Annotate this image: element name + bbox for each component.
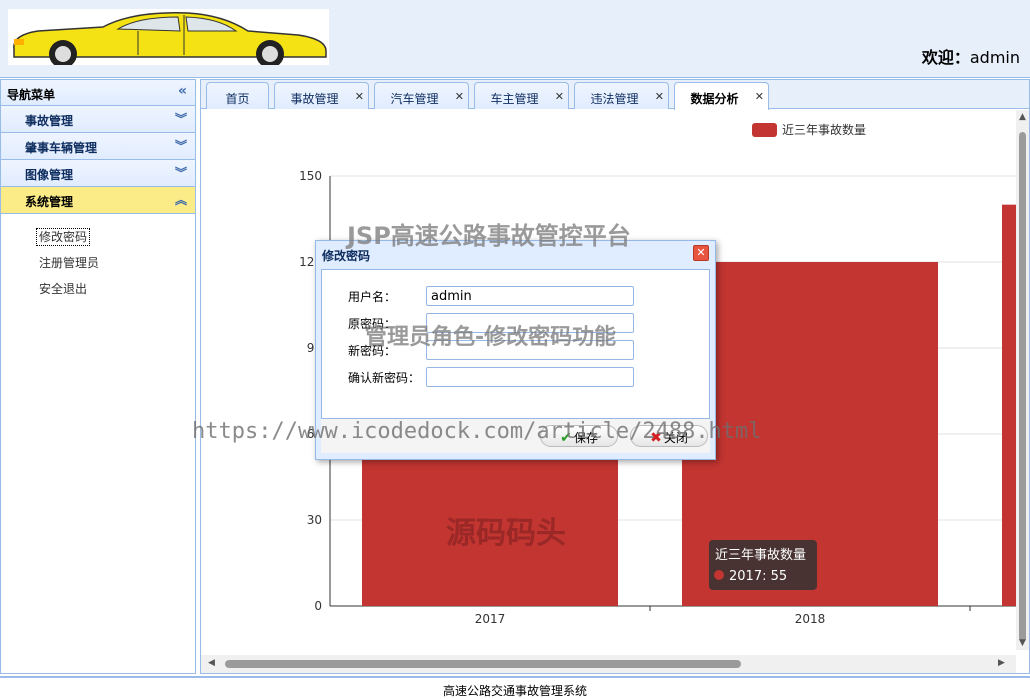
confirm-password-label: 确认新密码：	[348, 371, 421, 385]
sub-item-label[interactable]: 修改密码	[35, 228, 91, 246]
x-tick-label: 2017	[475, 612, 506, 626]
horizontal-scrollbar[interactable]: ◀ ▶	[201, 655, 1016, 673]
tab-label: 首页	[225, 92, 250, 106]
y-tick-label: 150	[299, 169, 322, 183]
scroll-right-arrow-icon[interactable]: ▶	[998, 658, 1005, 668]
tab-label: 车主管理	[490, 92, 539, 106]
tab-label: 违法管理	[590, 92, 639, 106]
sub-item-label[interactable]: 注册管理员	[37, 255, 101, 271]
tab-label: 事故管理	[290, 92, 339, 106]
welcome-label: 欢迎：	[921, 48, 970, 67]
sidebar-section-image[interactable]: 图像管理 ︾	[1, 160, 195, 187]
y-tick-label: 30	[307, 513, 322, 527]
dialog-title-label: 修改密码	[322, 249, 371, 263]
chart-bar	[362, 448, 618, 606]
app-header: 欢迎：admin	[0, 0, 1030, 78]
sidebar-item-register-admin[interactable]: 注册管理员	[1, 254, 195, 280]
y-tick-label: 0	[314, 599, 322, 613]
sidebar-section-label: 事故管理	[25, 114, 74, 128]
sub-item-label[interactable]: 安全退出	[37, 281, 89, 297]
tab-home[interactable]: 首页	[206, 82, 269, 109]
footer-text: 高速公路交通事故管理系统	[442, 684, 587, 698]
dialog-footer: ✔ 保存 ✖ 关闭	[321, 419, 710, 453]
tab-label: 数据分析	[690, 92, 739, 106]
tab-data-analysis[interactable]: 数据分析 ✕	[674, 82, 769, 110]
close-icon[interactable]: ✕	[693, 245, 709, 261]
chart-bar	[1002, 204, 1030, 606]
scroll-left-arrow-icon[interactable]: ◀	[208, 658, 215, 668]
sidebar-section-label: 系统管理	[25, 195, 74, 209]
username-field[interactable]	[426, 286, 634, 306]
sidebar-title-label: 导航菜单	[7, 88, 56, 102]
tab-accident[interactable]: 事故管理 ✕	[274, 82, 369, 109]
welcome-text: 欢迎：admin	[922, 44, 1020, 68]
tab-car[interactable]: 汽车管理 ✕	[374, 82, 469, 109]
confirm-password-field[interactable]	[426, 367, 634, 387]
chevron-down-icon[interactable]: ︾	[175, 164, 187, 181]
vertical-scrollbar[interactable]: ▲ ▼	[1016, 110, 1029, 650]
legend-label: 近三年事故数量	[782, 122, 866, 137]
scroll-down-arrow-icon[interactable]: ▼	[1019, 638, 1026, 648]
sidebar-section-system[interactable]: 系统管理 ︽	[1, 187, 195, 214]
chevron-down-icon[interactable]: ︾	[175, 110, 187, 127]
close-icon[interactable]: ✕	[555, 90, 564, 103]
car-logo	[8, 9, 329, 65]
cross-icon: ✖	[650, 430, 662, 446]
close-icon[interactable]: ✕	[655, 90, 664, 103]
save-button[interactable]: ✔ 保存	[540, 425, 618, 447]
chevron-up-icon[interactable]: ︽	[175, 191, 187, 208]
vertical-scroll-thumb[interactable]	[1019, 132, 1026, 642]
car-image	[13, 12, 327, 65]
collapse-left-icon[interactable]: «	[178, 83, 187, 99]
tooltip-title: 近三年事故数量	[715, 548, 806, 563]
x-tick-label: 2018	[795, 612, 826, 626]
tab-owner[interactable]: 车主管理 ✕	[474, 82, 569, 109]
sidebar-item-change-password[interactable]: 修改密码	[1, 228, 195, 254]
tab-label: 汽车管理	[390, 92, 439, 106]
close-icon[interactable]: ✕	[355, 90, 364, 103]
tab-violation[interactable]: 违法管理 ✕	[574, 82, 669, 109]
sidebar-title: 导航菜单 «	[1, 80, 195, 106]
save-button-label: 保存	[573, 431, 598, 445]
close-button[interactable]: ✖ 关闭	[630, 425, 708, 447]
sidebar-section-vehicle[interactable]: 肇事车辆管理 ︾	[1, 133, 195, 160]
sidebar-section-accident[interactable]: 事故管理 ︾	[1, 106, 195, 133]
dialog-form: 用户名： 原密码： 新密码： 确认新密码：	[321, 269, 710, 419]
old-password-field[interactable]	[426, 313, 634, 333]
app-footer: 高速公路交通事故管理系统	[0, 676, 1030, 699]
current-username: admin	[969, 48, 1020, 67]
tab-bar: 首页 事故管理 ✕ 汽车管理 ✕ 车主管理 ✕ 违法管理 ✕ 数据分析 ✕	[201, 80, 1029, 110]
tooltip-value: 2017: 55	[729, 569, 787, 584]
username-label: 用户名：	[348, 290, 397, 304]
horizontal-scroll-thumb[interactable]	[225, 660, 741, 668]
checkmark-icon: ✔	[560, 430, 572, 446]
sidebar-section-label: 肇事车辆管理	[25, 141, 98, 155]
scroll-up-arrow-icon[interactable]: ▲	[1019, 112, 1026, 122]
sidebar-section-label: 图像管理	[25, 168, 74, 182]
old-password-label: 原密码：	[348, 317, 397, 331]
chevron-down-icon[interactable]: ︾	[175, 137, 187, 154]
close-button-label: 关闭	[663, 431, 688, 445]
system-sub-menu: 修改密码 注册管理员 安全退出	[1, 214, 195, 306]
new-password-label: 新密码：	[348, 344, 397, 358]
change-password-dialog: 修改密码 ✕ 用户名： 原密码： 新密码： 确认新密码： ✔保存 ✖关闭	[315, 240, 716, 460]
legend-swatch	[752, 123, 777, 137]
tooltip-marker	[714, 570, 724, 580]
nav-sidebar: 导航菜单 « 事故管理 ︾ 肇事车辆管理 ︾ 图像管理 ︾ 系统管理 ︽ 修改密…	[0, 79, 196, 674]
dialog-title: 修改密码 ✕	[316, 241, 715, 267]
new-password-field[interactable]	[426, 340, 634, 360]
close-icon[interactable]: ✕	[455, 90, 464, 103]
close-icon[interactable]: ✕	[755, 90, 764, 103]
sidebar-item-logout[interactable]: 安全退出	[1, 280, 195, 306]
